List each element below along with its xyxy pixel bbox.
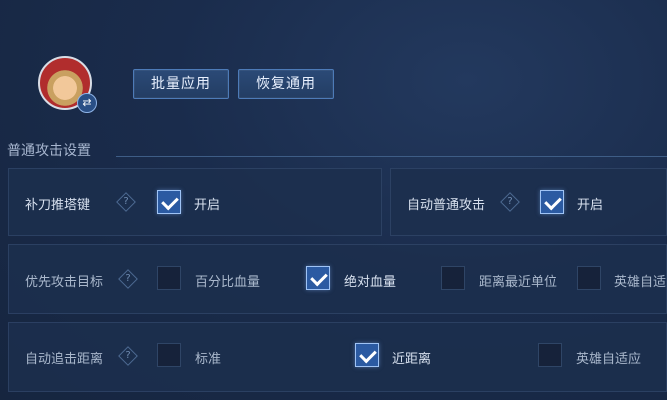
auto-attack-option-label: 开启 <box>577 198 604 213</box>
priority-absolute-hp-checkbox[interactable] <box>306 266 330 290</box>
chase-hero-adaptive-label: 英雄自适应 <box>576 352 642 367</box>
chase-hero-adaptive-checkbox[interactable] <box>538 343 562 367</box>
priority-absolute-hp-label: 绝对血量 <box>344 275 397 290</box>
chase-close-label: 近距离 <box>392 352 432 367</box>
chase-close-checkbox[interactable] <box>355 343 379 367</box>
panel-priority-target <box>8 244 667 314</box>
apply-all-button[interactable]: 批量应用 <box>133 69 229 99</box>
priority-nearest-checkbox[interactable] <box>441 266 465 290</box>
priority-percent-hp-checkbox[interactable] <box>157 266 181 290</box>
priority-target-label: 优先攻击目标 <box>25 275 104 290</box>
restore-default-button[interactable]: 恢复通用 <box>238 69 334 99</box>
priority-hero-adaptive-label: 英雄自适 <box>614 275 667 290</box>
swap-icon[interactable]: ⇄ <box>77 93 97 113</box>
priority-nearest-label: 距离最近单位 <box>479 275 558 290</box>
auto-attack-checkbox[interactable] <box>540 190 564 214</box>
panel-chase-distance <box>8 322 667 392</box>
auto-attack-label: 自动普通攻击 <box>407 198 486 213</box>
section-divider <box>116 156 667 157</box>
last-hit-option-label: 开启 <box>194 198 221 213</box>
last-hit-label: 补刀推塔键 <box>25 198 91 213</box>
last-hit-checkbox[interactable] <box>157 190 181 214</box>
priority-percent-hp-label: 百分比血量 <box>195 275 261 290</box>
chase-distance-label: 自动追击距离 <box>25 352 104 367</box>
chase-standard-checkbox[interactable] <box>157 343 181 367</box>
chase-standard-label: 标准 <box>195 352 222 367</box>
priority-hero-adaptive-checkbox[interactable] <box>577 266 601 290</box>
section-title: 普通攻击设置 <box>7 143 91 159</box>
